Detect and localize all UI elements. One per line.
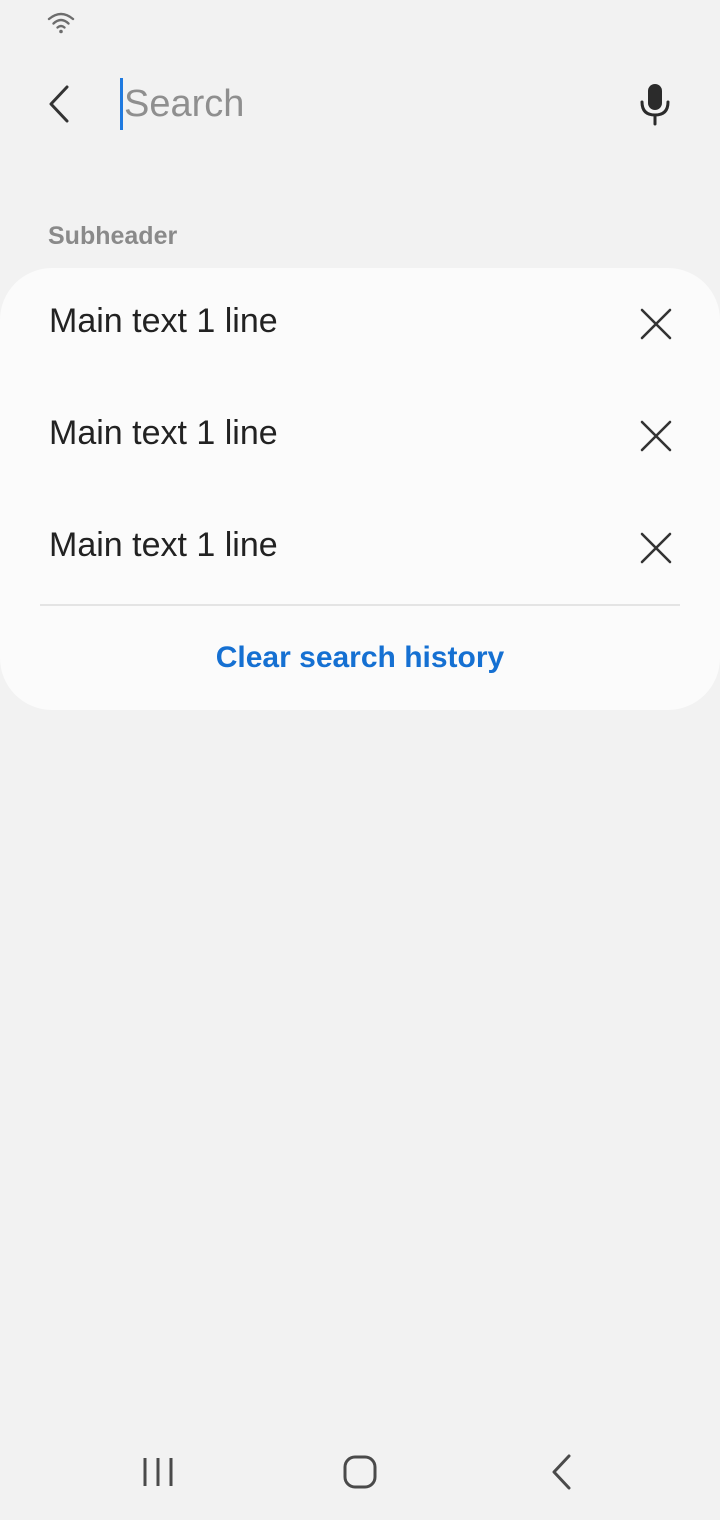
history-item[interactable]: Main text 1 line bbox=[0, 268, 720, 380]
clear-search-history-button[interactable]: Clear search history bbox=[0, 608, 720, 708]
close-icon bbox=[640, 532, 672, 564]
status-bar bbox=[0, 0, 720, 44]
recents-icon bbox=[143, 1458, 173, 1486]
search-history-card: Main text 1 line Main text 1 line Main t… bbox=[0, 268, 720, 710]
close-icon bbox=[640, 308, 672, 340]
navigation-bar bbox=[0, 1420, 720, 1520]
recents-button[interactable] bbox=[118, 1440, 198, 1504]
text-cursor bbox=[120, 78, 123, 130]
voice-search-button[interactable] bbox=[625, 74, 685, 134]
back-icon bbox=[552, 1454, 571, 1490]
search-bar bbox=[0, 60, 720, 148]
remove-history-item-button[interactable] bbox=[626, 518, 686, 578]
wifi-icon bbox=[47, 12, 75, 34]
microphone-icon bbox=[640, 84, 670, 126]
remove-history-item-button[interactable] bbox=[626, 406, 686, 466]
system-back-button[interactable] bbox=[522, 1440, 602, 1504]
divider bbox=[40, 604, 680, 606]
history-item[interactable]: Main text 1 line bbox=[0, 492, 720, 604]
home-button[interactable] bbox=[320, 1440, 400, 1504]
remove-history-item-button[interactable] bbox=[626, 294, 686, 354]
history-item-label: Main text 1 line bbox=[49, 302, 278, 340]
chevron-left-icon bbox=[49, 85, 69, 123]
home-icon bbox=[343, 1455, 377, 1489]
search-input[interactable] bbox=[118, 76, 594, 132]
close-icon bbox=[640, 420, 672, 452]
back-button[interactable] bbox=[30, 74, 90, 134]
subheader: Subheader bbox=[48, 222, 178, 250]
history-item[interactable]: Main text 1 line bbox=[0, 380, 720, 492]
history-item-label: Main text 1 line bbox=[49, 526, 278, 564]
history-item-label: Main text 1 line bbox=[49, 414, 278, 452]
